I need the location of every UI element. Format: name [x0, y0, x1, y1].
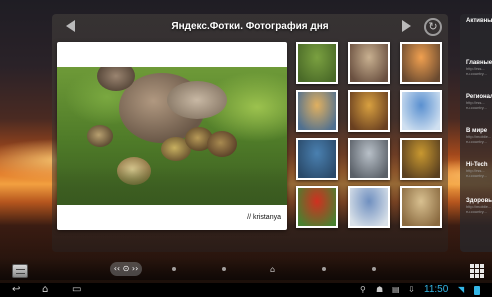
- photo-of-the-day[interactable]: // kristanya: [57, 42, 287, 230]
- widget-title: Яндекс.Фотки. Фотография дня: [171, 21, 329, 32]
- thumbnail-sunset-tree[interactable]: [400, 42, 442, 84]
- news-category-item[interactable]: Hi-Tech http://rss... ru.country...: [466, 162, 492, 178]
- news-category-item[interactable]: Здоровь http://mobile... ru.country...: [466, 198, 492, 214]
- thumbnail-arch-hall[interactable]: [400, 186, 442, 228]
- recent-apps-button[interactable]: ▭: [72, 284, 81, 295]
- news-category-item[interactable]: Активные: [466, 18, 492, 24]
- yandex-photo-widget: Яндекс.Фотки. Фотография дня ↻ // krista…: [52, 14, 448, 252]
- thumbnail-mountain-lake[interactable]: [348, 186, 390, 228]
- next-arrow-icon[interactable]: [402, 20, 411, 32]
- news-category-item[interactable]: В мире http://mobile... ru.country...: [466, 128, 492, 144]
- sd-card-icon: ▤: [392, 285, 400, 294]
- thumbnail-winter-field[interactable]: [348, 138, 390, 180]
- news-category-source: ru.country...: [466, 105, 487, 110]
- page-indicator[interactable]: ‹‹ ⊙ ››: [110, 262, 142, 276]
- system-bar: ↩ ⌂ ▭ ⚲ ☗ ▤ ⇩ 11:50 ◥: [0, 283, 492, 297]
- photo-credit: // kristanya: [247, 214, 281, 221]
- clock: 11:50: [424, 284, 449, 295]
- menu-icon[interactable]: [12, 264, 28, 278]
- home-button[interactable]: ⌂: [42, 284, 48, 295]
- news-category-item[interactable]: Регионал http://rss... ru.country...: [466, 94, 492, 110]
- thumbnail-ducks-water[interactable]: [296, 138, 338, 180]
- dock-dot[interactable]: [172, 267, 176, 271]
- widget-header: Яндекс.Фотки. Фотография дня ↻: [52, 14, 448, 38]
- news-category-title: Активные: [466, 18, 492, 24]
- news-category-item[interactable]: Главные http://rss... ru.country...: [466, 60, 492, 76]
- android-icon: ☗: [376, 285, 384, 294]
- dock-dot[interactable]: [372, 267, 376, 271]
- wifi-icon: ◥: [458, 285, 465, 294]
- photo-of-the-day-image: [57, 67, 287, 205]
- download-icon: ⇩: [408, 285, 415, 294]
- news-category-source: ru.country...: [466, 209, 487, 214]
- home-icon[interactable]: ⌂: [270, 265, 275, 274]
- thumbnail-golden-landscape[interactable]: [400, 138, 442, 180]
- news-side-panel[interactable]: Активные Главныеhttp://rss...ru.country..…: [460, 14, 492, 252]
- thumbnail-blue-sky[interactable]: [400, 90, 442, 132]
- thumbnail-grid: [296, 42, 446, 232]
- thumbnail-lake-sunset[interactable]: [296, 90, 338, 132]
- all-apps-icon[interactable]: [470, 264, 484, 278]
- dock-dot[interactable]: [322, 267, 326, 271]
- news-category-source: ru.country...: [466, 71, 487, 76]
- usb-icon: ⚲: [360, 285, 366, 294]
- dock: [0, 262, 492, 278]
- back-button[interactable]: ↩: [12, 284, 20, 295]
- thumbnail-cat[interactable]: [348, 42, 390, 84]
- refresh-icon[interactable]: ↻: [424, 18, 442, 36]
- thumbnail-ducks[interactable]: [296, 42, 338, 84]
- news-category-source: ru.country...: [466, 173, 487, 178]
- dock-dot[interactable]: [222, 267, 226, 271]
- battery-icon: [474, 286, 480, 295]
- thumbnail-forest-light[interactable]: [348, 90, 390, 132]
- news-category-source: ru.country...: [466, 139, 487, 144]
- thumbnail-red-poppies[interactable]: [296, 186, 338, 228]
